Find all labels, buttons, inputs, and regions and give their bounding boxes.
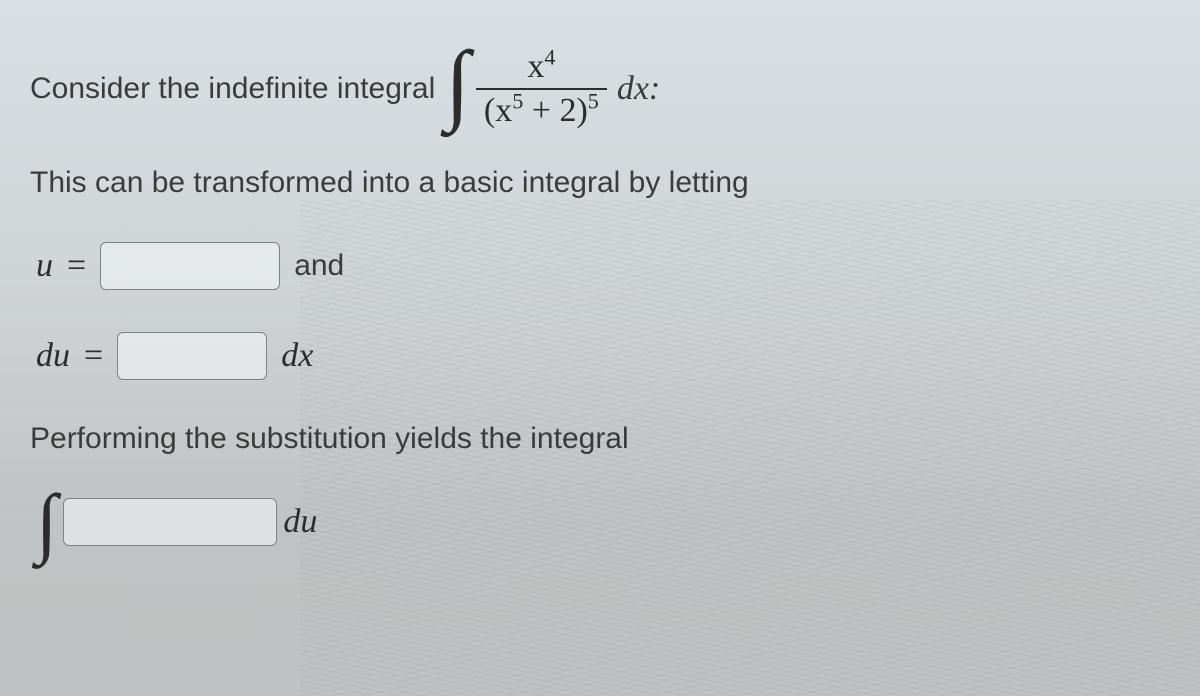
integral-sign-icon-2: ∫ [36, 499, 57, 546]
integral-sign-icon: ∫ [445, 52, 470, 115]
du-label: du [283, 503, 317, 541]
du-variable: du [36, 337, 70, 375]
fraction: x4 (x5 + 2)5 [476, 48, 607, 130]
equals-sign-2: = [84, 337, 103, 375]
substitution-sentence: Performing the substitution yields the i… [30, 422, 1170, 456]
result-integral-row: ∫ du [36, 498, 1170, 546]
du-input[interactable] [117, 332, 267, 380]
fraction-numerator: x4 [519, 48, 563, 86]
equals-sign: = [67, 247, 86, 285]
integrand-input[interactable] [63, 498, 277, 546]
du-equation-row: du = dx [36, 332, 1170, 380]
u-input[interactable] [100, 242, 280, 290]
fraction-denominator: (x5 + 2)5 [476, 92, 607, 130]
question-body: Consider the indefinite integral ∫ x4 (x… [0, 0, 1200, 696]
u-variable: u [36, 247, 53, 285]
dx-label: dx [281, 337, 313, 375]
u-equation-row: u = and [36, 242, 1170, 290]
integral-expression: ∫ x4 (x5 + 2)5 [445, 48, 607, 130]
transform-sentence: This can be transformed into a basic int… [30, 166, 1170, 200]
dx-colon: dx: [617, 70, 660, 108]
and-label: and [294, 249, 344, 283]
intro-text: Consider the indefinite integral [30, 72, 435, 106]
intro-line: Consider the indefinite integral ∫ x4 (x… [30, 48, 1170, 130]
